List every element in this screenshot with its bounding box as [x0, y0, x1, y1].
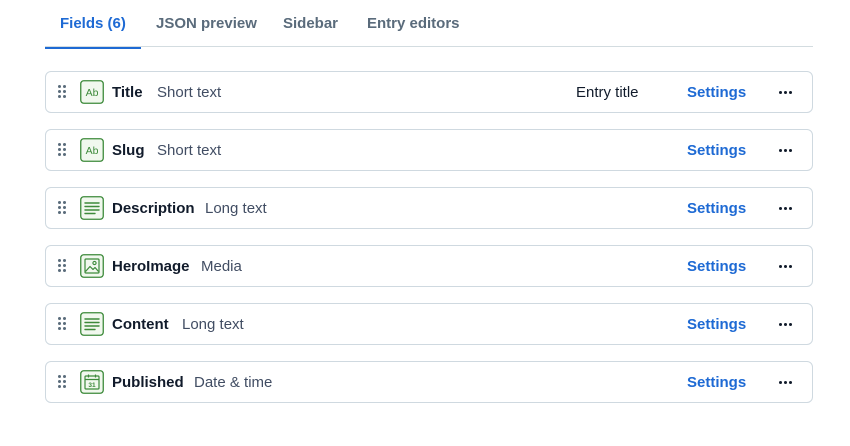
drag-handle-icon[interactable]	[58, 317, 66, 331]
more-options-icon[interactable]	[776, 200, 796, 216]
svg-text:31: 31	[88, 382, 96, 389]
long-text-icon	[80, 312, 104, 336]
field-row-description[interactable]: Description Long text Settings	[45, 187, 813, 229]
settings-link[interactable]: Settings	[687, 316, 746, 333]
settings-link[interactable]: Settings	[687, 84, 746, 101]
tab-entry-editors[interactable]: Entry editors	[367, 15, 460, 47]
settings-link[interactable]: Settings	[687, 142, 746, 159]
drag-handle-icon[interactable]	[58, 85, 66, 99]
tab-json-preview[interactable]: JSON preview	[156, 15, 257, 47]
settings-link[interactable]: Settings	[687, 200, 746, 217]
entry-title-label: Entry title	[576, 84, 639, 101]
field-name: Content	[112, 316, 169, 333]
more-options-icon[interactable]	[776, 142, 796, 158]
more-options-icon[interactable]	[776, 84, 796, 100]
drag-handle-icon[interactable]	[58, 143, 66, 157]
tab-bar: Fields (6) JSON preview Sidebar Entry ed…	[45, 0, 813, 49]
short-text-icon: Ab	[80, 80, 104, 104]
settings-link[interactable]: Settings	[687, 374, 746, 391]
media-icon	[80, 254, 104, 278]
drag-handle-icon[interactable]	[58, 201, 66, 215]
field-name: Title	[112, 84, 143, 101]
field-row-slug[interactable]: Ab Slug Short text Settings	[45, 129, 813, 171]
field-type: Media	[201, 258, 242, 275]
tab-fields[interactable]: Fields (6)	[45, 15, 141, 49]
field-name: Published	[112, 374, 184, 391]
field-list: Ab Title Short text Entry title Settings…	[45, 71, 813, 419]
drag-handle-icon[interactable]	[58, 259, 66, 273]
drag-handle-icon[interactable]	[58, 375, 66, 389]
field-type: Long text	[205, 200, 267, 217]
field-name: Description	[112, 200, 195, 217]
field-row-title[interactable]: Ab Title Short text Entry title Settings	[45, 71, 813, 113]
svg-text:Ab: Ab	[86, 87, 99, 99]
more-options-icon[interactable]	[776, 258, 796, 274]
field-name: Slug	[112, 142, 145, 159]
field-type: Short text	[157, 142, 222, 159]
settings-link[interactable]: Settings	[687, 258, 746, 275]
svg-text:Ab: Ab	[86, 145, 99, 157]
field-type: Long text	[182, 316, 244, 333]
field-name: HeroImage	[112, 258, 190, 275]
more-options-icon[interactable]	[776, 374, 796, 390]
field-row-published[interactable]: 31 Published Date & time Settings	[45, 361, 813, 403]
more-options-icon[interactable]	[776, 316, 796, 332]
short-text-icon: Ab	[80, 138, 104, 162]
field-type: Date & time	[194, 374, 273, 391]
field-row-heroimage[interactable]: HeroImage Media Settings	[45, 245, 813, 287]
long-text-icon	[80, 196, 104, 220]
tab-sidebar[interactable]: Sidebar	[283, 15, 338, 47]
field-row-content[interactable]: Content Long text Settings	[45, 303, 813, 345]
date-time-icon: 31	[80, 370, 104, 394]
field-type: Short text	[157, 84, 222, 101]
